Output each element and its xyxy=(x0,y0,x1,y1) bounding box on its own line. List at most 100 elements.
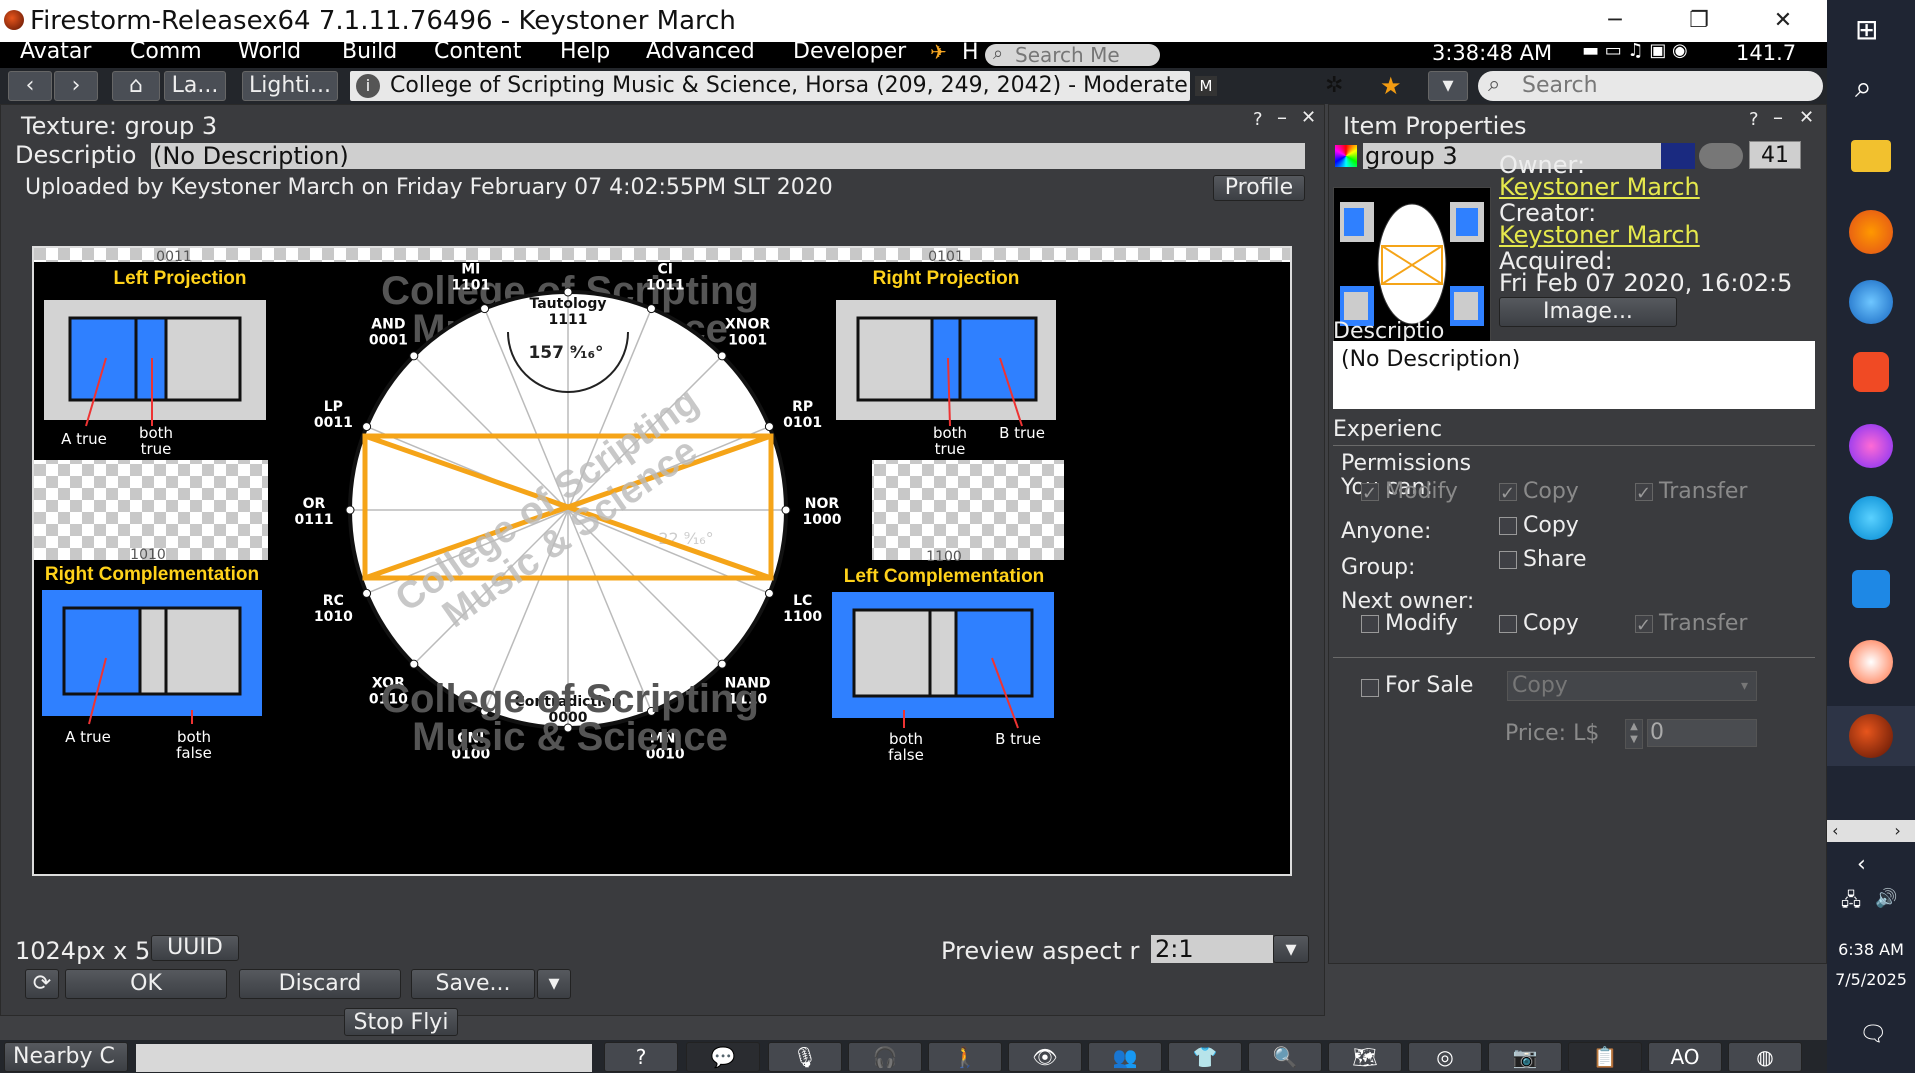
ao-button[interactable]: AO xyxy=(1648,1042,1722,1072)
back-button[interactable]: ‹ xyxy=(8,71,52,101)
balance[interactable]: 141.7 xyxy=(1736,41,1796,65)
taskbar-time[interactable]: 6:38 AM xyxy=(1827,940,1915,959)
minimap-icon[interactable]: ◎ xyxy=(1408,1042,1482,1072)
chevron-left-icon[interactable]: ‹ xyxy=(1857,852,1866,877)
menu-help[interactable]: Help xyxy=(560,39,610,64)
you-transfer-label: Transfer xyxy=(1659,479,1748,504)
you-copy-checkbox: ✓ xyxy=(1499,483,1517,504)
home-button[interactable]: ⌂ xyxy=(112,71,160,101)
chat-bubble-icon[interactable]: 💬 xyxy=(686,1042,760,1072)
ok-button[interactable]: OK xyxy=(65,969,227,999)
windows-start-icon[interactable]: ⊞ xyxy=(1855,16,1883,44)
walk-icon[interactable]: 🚶 xyxy=(928,1042,1002,1072)
microphone-icon[interactable]: 🎙 xyxy=(768,1042,842,1072)
description-field[interactable]: (No Description) xyxy=(151,143,1305,169)
camera-icon[interactable]: 📷 xyxy=(1488,1042,1562,1072)
search-input[interactable]: Search xyxy=(1478,71,1823,101)
acquired-date: Fri Feb 07 2020, 16:02:5 xyxy=(1499,269,1793,297)
description-textarea[interactable]: (No Description) xyxy=(1333,341,1815,409)
toggle-icon[interactable] xyxy=(1699,143,1743,169)
location-dropdown[interactable]: ▾ xyxy=(1428,71,1468,101)
minimize-button[interactable]: ─ xyxy=(1578,0,1652,42)
world-icon[interactable]: ◍ xyxy=(1728,1042,1802,1072)
app-icon-spiral[interactable] xyxy=(1849,640,1893,684)
menu-content[interactable]: Content xyxy=(434,39,522,64)
close-button[interactable]: ✕ xyxy=(1746,0,1820,42)
save-dropdown-button[interactable]: ▾ xyxy=(537,969,571,999)
landmark-star-icon[interactable]: ★ xyxy=(1380,71,1402,101)
thumbnail-icon[interactable] xyxy=(1661,143,1695,169)
minimize-icon[interactable]: – xyxy=(1773,105,1783,129)
info-icon[interactable]: i xyxy=(356,74,380,98)
anyone-copy-checkbox[interactable] xyxy=(1499,517,1517,535)
discard-button[interactable]: Discard xyxy=(239,969,401,999)
creator-link[interactable]: Keystoner March xyxy=(1499,221,1700,249)
profile-button[interactable]: Profile xyxy=(1213,175,1305,201)
image-button[interactable]: Image... xyxy=(1499,297,1677,327)
price-input: 0 xyxy=(1647,719,1757,747)
svg-text:1010: 1010 xyxy=(130,547,166,563)
network-icon[interactable]: 🖧 xyxy=(1841,888,1861,918)
window-title: Firestorm-Releasex64 7.1.11.76496 - Keys… xyxy=(30,6,736,36)
minimize-icon[interactable]: – xyxy=(1277,105,1287,129)
windsurf-icon[interactable] xyxy=(1849,496,1893,540)
texture-preview: 0011 Left Projection A true both true 10… xyxy=(32,246,1292,876)
angle-label-top: 157 ⁹⁄₁₆° xyxy=(528,343,603,363)
menu-developer[interactable]: Developer xyxy=(793,39,906,64)
forward-button[interactable]: › xyxy=(54,71,98,101)
shirt-icon[interactable]: 👕 xyxy=(1168,1042,1242,1072)
taskbar-scrollbar[interactable]: ‹ › xyxy=(1827,820,1915,842)
restore-button[interactable]: ❐ xyxy=(1662,0,1736,42)
file-explorer-icon[interactable] xyxy=(1851,140,1891,172)
navigation-bar: ‹ › ⌂ La... Lighti... i College of Scrip… xyxy=(0,68,1827,104)
stop-flying-button[interactable]: Stop Flyi xyxy=(344,1008,458,1036)
inventory-icon[interactable]: 📋 xyxy=(1568,1042,1642,1072)
search-icon[interactable]: ⌕ xyxy=(1855,70,1872,105)
map-icon[interactable]: 🗺 xyxy=(1328,1042,1402,1072)
save-button[interactable]: Save... xyxy=(411,969,535,999)
owner-link[interactable]: Keystoner March xyxy=(1499,173,1700,201)
node-dot xyxy=(409,659,419,669)
help-toolbar-icon[interactable]: ? xyxy=(604,1042,678,1072)
media-icons[interactable]: ▬ ▭ ♫ ▣ ◉ xyxy=(1582,40,1688,61)
nearby-chat-button[interactable]: Nearby C xyxy=(4,1042,128,1072)
next-modify-checkbox[interactable] xyxy=(1361,615,1379,633)
people-icon[interactable]: 👥 xyxy=(1088,1042,1162,1072)
favorite-tab-2[interactable]: Lighti... xyxy=(242,71,338,101)
chevron-down-icon[interactable]: ▾ xyxy=(1273,935,1309,963)
angle-label-right: 22 ⁹⁄₁₆° xyxy=(658,529,713,548)
chat-input[interactable] xyxy=(136,1044,592,1072)
close-icon[interactable]: ✕ xyxy=(1799,107,1814,128)
firefox-dev-icon[interactable] xyxy=(1849,280,1893,324)
menu-world[interactable]: World xyxy=(238,39,301,64)
notifications-icon[interactable]: 🗨 xyxy=(1859,1022,1887,1047)
brave-icon[interactable] xyxy=(1853,352,1889,392)
help-icon[interactable]: ? xyxy=(1253,109,1263,130)
location-bar[interactable]: i College of Scripting Music & Science, … xyxy=(350,71,1402,101)
uuid-button[interactable]: UUID xyxy=(151,935,239,961)
firefox-icon[interactable] xyxy=(1849,210,1893,254)
headphones-icon[interactable]: 🎧 xyxy=(848,1042,922,1072)
svg-text:Left Complementation: Left Complementation xyxy=(844,566,1045,587)
taskbar-date[interactable]: 7/5/2025 xyxy=(1827,970,1915,989)
app-icon-masks[interactable] xyxy=(1849,424,1893,468)
menu-search-input[interactable]: Search Me xyxy=(985,44,1160,66)
group-share-checkbox[interactable] xyxy=(1499,551,1517,569)
scripts-icon[interactable]: ✲ xyxy=(1325,71,1343,101)
menu-advanced[interactable]: Advanced xyxy=(646,39,755,64)
volume-icon[interactable]: 🔊 xyxy=(1875,888,1897,909)
preview-aspect-combo[interactable]: 2:1 xyxy=(1151,935,1273,963)
favorite-tab-1[interactable]: La... xyxy=(164,71,226,101)
for-sale-checkbox[interactable] xyxy=(1361,679,1379,697)
next-copy-checkbox[interactable] xyxy=(1499,615,1517,633)
eye-icon[interactable]: 👁 xyxy=(1008,1042,1082,1072)
close-icon[interactable]: ✕ xyxy=(1301,107,1316,128)
firestorm-taskbar-icon[interactable] xyxy=(1849,714,1893,758)
refresh-button[interactable]: ⟳ xyxy=(25,969,59,999)
menu-avatar[interactable]: Avatar xyxy=(20,39,91,64)
vscode-icon[interactable] xyxy=(1852,570,1890,608)
menu-comm[interactable]: Comm xyxy=(130,39,202,64)
search-toolbar-icon[interactable]: 🔍 xyxy=(1248,1042,1322,1072)
help-icon[interactable]: ? xyxy=(1749,109,1759,130)
menu-build[interactable]: Build xyxy=(342,39,397,64)
